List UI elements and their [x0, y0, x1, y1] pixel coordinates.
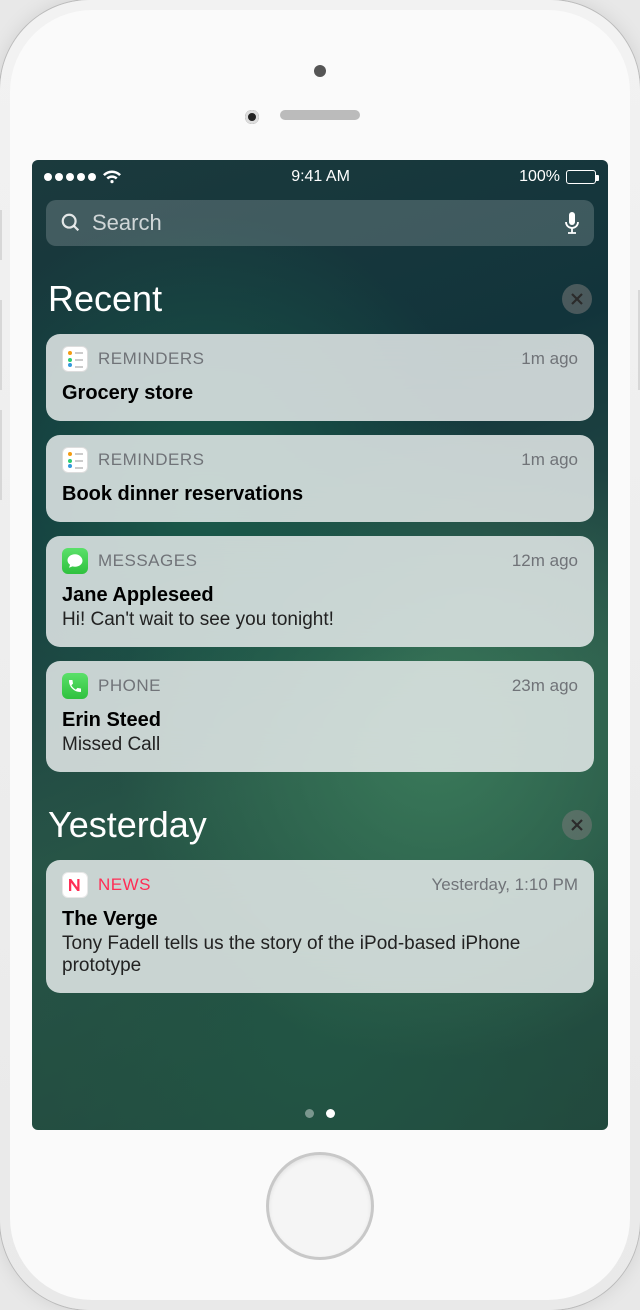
notification-title: Grocery store [62, 382, 578, 405]
front-camera [245, 110, 259, 124]
messages-icon [62, 548, 88, 574]
news-icon [62, 872, 88, 898]
phone-icon [62, 673, 88, 699]
notification-time: 23m ago [512, 676, 578, 696]
close-icon [570, 818, 584, 832]
notification-card[interactable]: REMINDERS 1m ago Grocery store [46, 334, 594, 421]
notification-card[interactable]: PHONE 23m ago Erin Steed Missed Call [46, 661, 594, 772]
search-icon [60, 212, 82, 234]
notification-title: Erin Steed [62, 709, 578, 732]
section-title: Yesterday [48, 804, 207, 846]
battery-icon [566, 170, 596, 184]
notification-time: Yesterday, 1:10 PM [432, 875, 578, 895]
notification-card[interactable]: MESSAGES 12m ago Jane Appleseed Hi! Can'… [46, 536, 594, 647]
status-time: 9:41 AM [291, 168, 350, 186]
reminders-icon [62, 346, 88, 372]
home-button[interactable] [266, 1152, 374, 1260]
app-name: PHONE [98, 676, 161, 696]
clear-recent-button[interactable] [562, 284, 592, 314]
clear-yesterday-button[interactable] [562, 810, 592, 840]
status-bar: 9:41 AM 100% [32, 160, 608, 192]
notification-card[interactable]: REMINDERS 1m ago Book dinner reservation… [46, 435, 594, 522]
notification-title: The Verge [62, 908, 578, 931]
section-title: Recent [48, 278, 162, 320]
notification-title: Book dinner reservations [62, 483, 578, 506]
page-dot-active [326, 1109, 335, 1118]
notification-time: 12m ago [512, 551, 578, 571]
battery-percentage: 100% [519, 168, 560, 186]
notification-time: 1m ago [521, 450, 578, 470]
microphone-icon[interactable] [564, 211, 580, 235]
page-dot [305, 1109, 314, 1118]
signal-strength-icon [44, 173, 96, 181]
section-header-yesterday: Yesterday [46, 786, 594, 860]
search-input[interactable]: Search [46, 200, 594, 246]
app-name: REMINDERS [98, 450, 205, 470]
app-name: REMINDERS [98, 349, 205, 369]
proximity-sensor [314, 65, 326, 77]
earpiece-speaker [280, 110, 360, 120]
section-header-recent: Recent [46, 260, 594, 334]
app-name: MESSAGES [98, 551, 197, 571]
notifications-list[interactable]: Recent REMINDERS 1m ago Gro [32, 254, 608, 1084]
notification-time: 1m ago [521, 349, 578, 369]
notification-card[interactable]: NEWS Yesterday, 1:10 PM The Verge Tony F… [46, 860, 594, 993]
reminders-icon [62, 447, 88, 473]
device-frame: 9:41 AM 100% Search Recent [0, 0, 640, 1310]
volume-down-button [0, 410, 2, 500]
notification-title: Jane Appleseed [62, 584, 578, 607]
page-indicator [32, 1109, 608, 1118]
search-placeholder: Search [92, 210, 162, 236]
mute-switch [0, 210, 2, 260]
notification-body: Missed Call [62, 734, 578, 756]
close-icon [570, 292, 584, 306]
screen: 9:41 AM 100% Search Recent [32, 160, 608, 1130]
app-name: NEWS [98, 875, 151, 895]
volume-up-button [0, 300, 2, 390]
wifi-icon [102, 170, 122, 184]
notification-body: Hi! Can't wait to see you tonight! [62, 609, 578, 631]
notification-body: Tony Fadell tells us the story of the iP… [62, 933, 578, 977]
